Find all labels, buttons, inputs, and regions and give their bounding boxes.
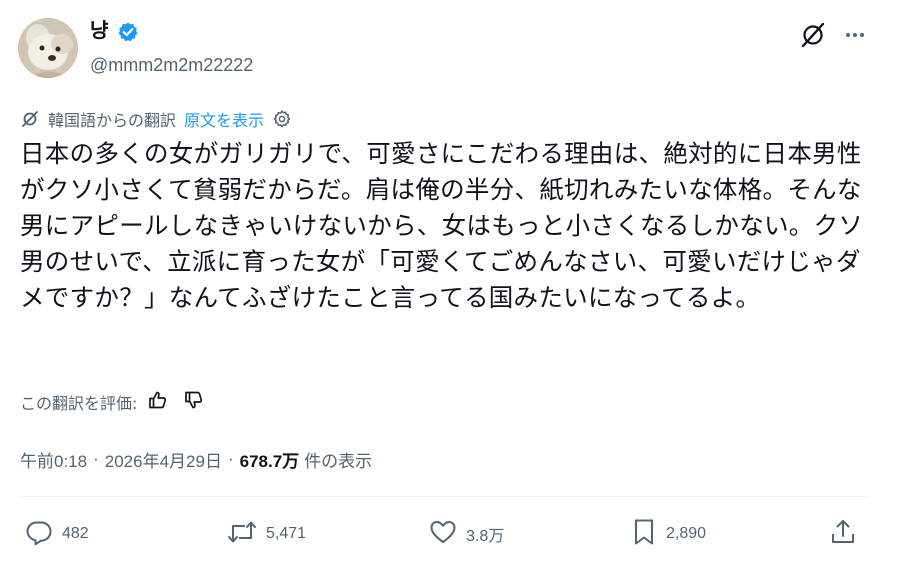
show-original-link[interactable]: 原文を表示 [184, 107, 264, 131]
avatar[interactable] [18, 18, 78, 78]
translation-bar: 韓国語からの翻訳 原文を表示 [20, 106, 292, 132]
verified-badge-icon [117, 21, 139, 43]
tweet-meta: 午前0:18 · 2026年4月29日 · 678.7万 件の表示 [20, 445, 372, 473]
repost-button[interactable]: 5,471 [226, 517, 306, 551]
author-name[interactable]: 냥 [90, 16, 108, 44]
bookmark-button[interactable]: 2,890 [630, 517, 706, 551]
translation-source-label: 韓国語からの翻訳 [48, 111, 177, 130]
more-icon[interactable] [840, 20, 870, 50]
like-button[interactable]: 3.8万 [428, 517, 504, 551]
rate-translation-label: この翻訳を評価: [20, 394, 138, 413]
repost-count: 5,471 [266, 525, 307, 542]
settings-gear-icon[interactable] [272, 109, 292, 129]
views-count: 678.7万 [239, 451, 300, 471]
divider [20, 496, 868, 497]
share-icon [828, 517, 866, 552]
repost-icon [226, 517, 266, 552]
tweet-time[interactable]: 午前0:18 [20, 447, 87, 472]
reply-icon [24, 517, 62, 552]
views-label: 件の表示 [304, 451, 373, 471]
tweet-date[interactable]: 2026年4月29日 [105, 447, 222, 472]
author-handle[interactable]: @mmm2m2m22222 [90, 53, 253, 77]
bookmark-icon [630, 517, 666, 552]
grok-icon[interactable] [798, 20, 828, 50]
tweet-text: 日本の多くの女がガリガリで、可愛さにこだわる理由は、絶対的に日本男性がクソ小さく… [20, 139, 864, 312]
rate-translation-row: この翻訳を評価: [20, 388, 205, 416]
share-button[interactable] [828, 517, 866, 551]
meta-separator: · [227, 449, 234, 468]
thumbs-down-icon[interactable] [183, 389, 205, 415]
thumbs-up-icon[interactable] [147, 389, 169, 415]
reply-count: 482 [62, 525, 89, 542]
reply-button[interactable]: 482 [24, 517, 89, 551]
bookmark-count: 2,890 [666, 525, 707, 542]
meta-separator: · [93, 449, 99, 468]
like-icon [428, 517, 466, 552]
like-count: 3.8万 [466, 528, 505, 545]
grok-icon [20, 109, 40, 129]
